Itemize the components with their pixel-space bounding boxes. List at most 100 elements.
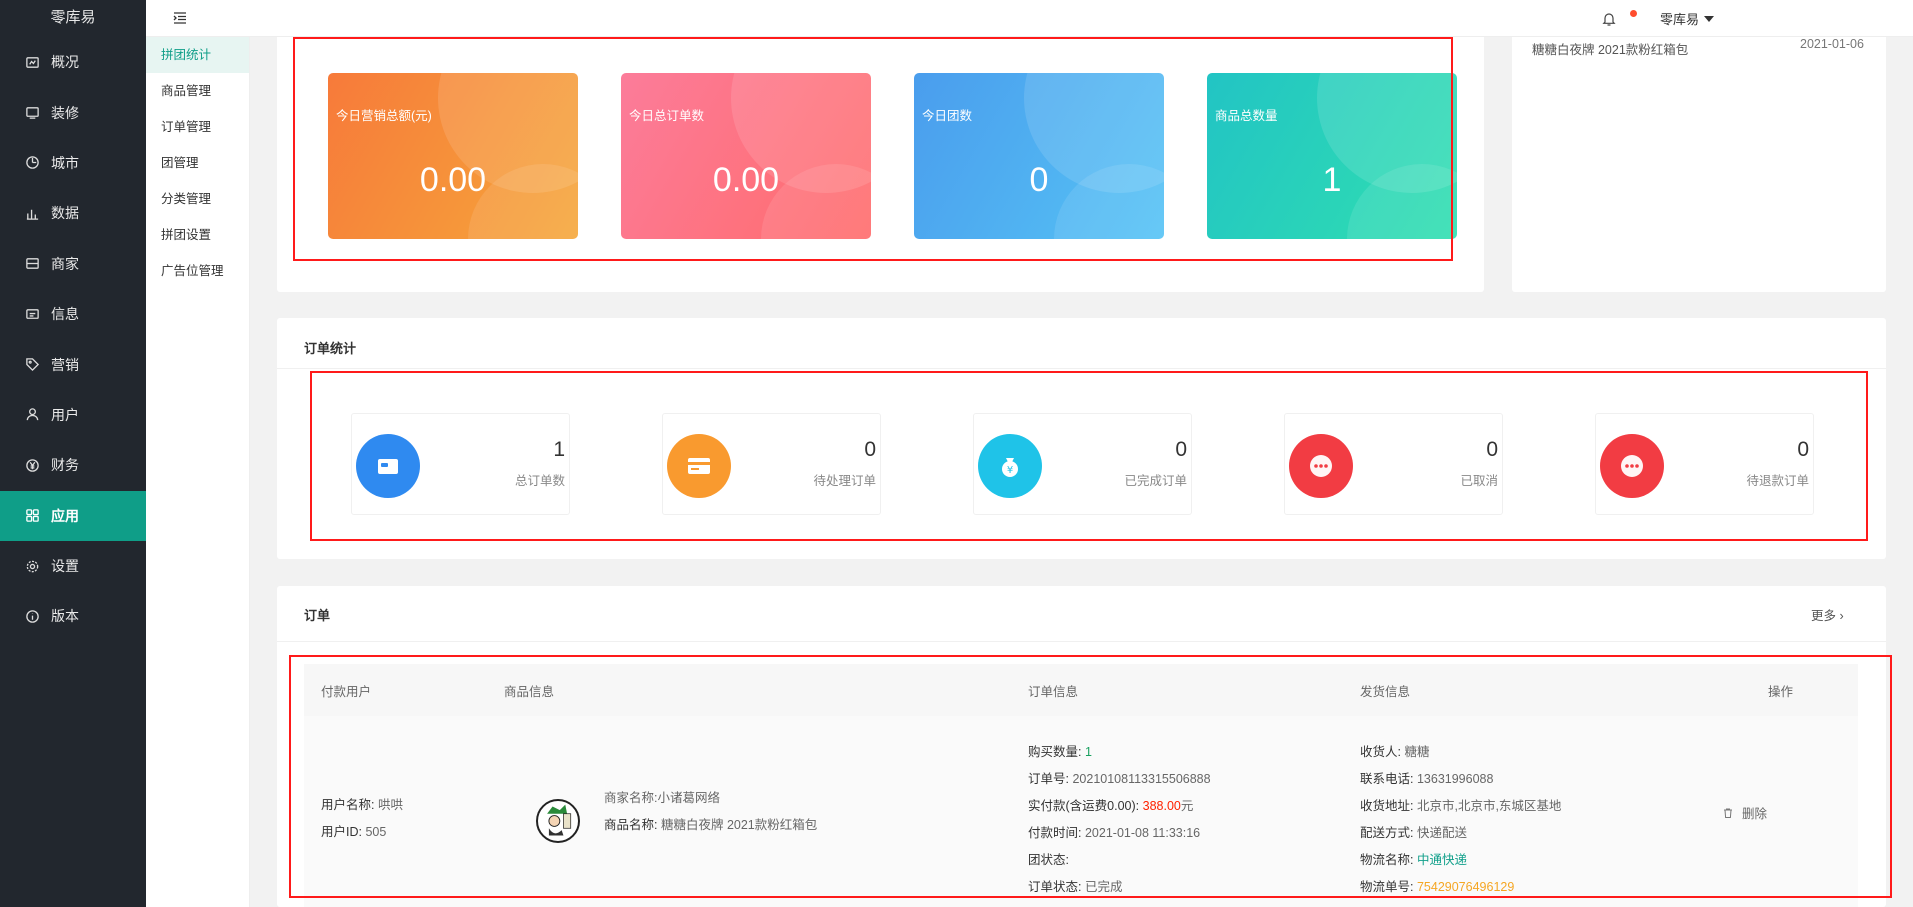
- more-link[interactable]: 更多 ›: [1811, 605, 1844, 624]
- stat-label: 今日营销总额(元): [336, 109, 432, 123]
- side-panel-item-title[interactable]: 糖糖白夜牌 2021款粉红箱包: [1532, 39, 1688, 58]
- sidebar-item-4[interactable]: 商家: [0, 239, 146, 289]
- order-stat-card[interactable]: 0 待退款订单: [1595, 413, 1814, 515]
- stat-card: 今日营销总额(元) 0.00: [328, 73, 578, 239]
- order-stat-card[interactable]: ¥0 已完成订单: [973, 413, 1192, 515]
- stat-value: 1: [1322, 161, 1342, 199]
- trash-icon: [1724, 808, 1732, 818]
- address-value: 北京市,北京市,东城区基地: [1416, 799, 1562, 813]
- menu-toggle-icon[interactable]: [172, 10, 188, 26]
- address-field: 收货地址: 北京市,北京市,东城区基地: [1360, 795, 1561, 814]
- sidebar-item-2[interactable]: 城市: [0, 138, 146, 188]
- group-status-field: 团状态:: [1028, 849, 1069, 868]
- apps-icon: [24, 508, 40, 524]
- sidebar-item-label: 装修: [51, 104, 79, 121]
- col-header-order: 订单信息: [1028, 685, 1079, 699]
- sidebar-nav: 概况装修城市数据商家 信息营销用户 财务 应用设置版本: [0, 37, 146, 642]
- sidebar-item-0[interactable]: 概况: [0, 37, 146, 87]
- sidebar-item-9[interactable]: 应用: [0, 490, 146, 541]
- sidebar-item-3[interactable]: 数据: [0, 188, 146, 238]
- more-dots-icon: [1600, 434, 1664, 498]
- user-id-field: 用户ID: 505: [321, 821, 386, 840]
- product-thumbnail[interactable]: [536, 799, 580, 843]
- subnav-item-2[interactable]: 订单管理: [146, 109, 249, 145]
- group-status-label: 团状态:: [1028, 853, 1069, 867]
- pay-time-value: 2021-01-08 11:33:16: [1084, 826, 1201, 840]
- delete-label: 删除: [1742, 807, 1768, 821]
- stat-label: 商品总数量: [1215, 109, 1278, 123]
- sidebar-item-8[interactable]: 财务: [0, 440, 146, 490]
- subnav-item-3[interactable]: 团管理: [146, 145, 249, 181]
- receiver-value: 糖糖: [1404, 745, 1430, 759]
- sidebar-item-11[interactable]: 版本: [0, 591, 146, 641]
- user-name-field: 用户名称: 哄哄: [321, 794, 403, 813]
- col-header-shipping: 发货信息: [1360, 685, 1411, 699]
- sidebar-item-1[interactable]: 装修: [0, 87, 146, 137]
- sidebar-item-6[interactable]: 营销: [0, 339, 146, 389]
- sidebar-item-label: 营销: [51, 356, 79, 373]
- sidebar-item-10[interactable]: 设置: [0, 541, 146, 591]
- bell-icon[interactable]: [1601, 11, 1617, 27]
- order-stat-value: 0: [1797, 438, 1809, 461]
- order-status-value: 已完成: [1084, 880, 1123, 894]
- logistics-value: 中通快递: [1416, 853, 1467, 867]
- order-stat-value: 1: [553, 438, 565, 461]
- user-name-value: 哄哄: [377, 798, 403, 812]
- order-stat-card[interactable]: 1 总订单数: [351, 413, 570, 515]
- order-no-label: 订单号:: [1028, 772, 1069, 786]
- order-stat-card[interactable]: 0 已取消: [1284, 413, 1503, 515]
- subnav-item-6[interactable]: 广告位管理: [146, 253, 249, 289]
- subnav-item-4[interactable]: 分类管理: [146, 181, 249, 217]
- paid-unit: 元: [1180, 799, 1194, 813]
- chevron-down-icon: [1704, 15, 1715, 22]
- sidebar-item-label: 版本: [51, 608, 79, 625]
- sidebar-item-label: 数据: [51, 205, 79, 222]
- more-label: 更多: [1811, 609, 1837, 623]
- more-dots-icon: [1289, 434, 1353, 498]
- tracking-field: 物流单号: 75429076496129: [1360, 876, 1514, 895]
- order-no-value: 20210108113315506888: [1072, 772, 1211, 786]
- col-header-user: 付款用户: [321, 685, 372, 699]
- bar-chart-icon: [24, 205, 40, 221]
- sidebar-item-5[interactable]: 信息: [0, 289, 146, 339]
- order-status-label: 订单状态:: [1028, 880, 1082, 894]
- logistics-label: 物流名称:: [1360, 853, 1414, 867]
- top-bar: [146, 0, 1913, 37]
- sidebar: 零库易 概况 装修 城市 数据 商家 信息 营销 用户 财务 应用 设置 版本: [0, 0, 146, 907]
- tracking-label: 物流单号:: [1360, 880, 1414, 894]
- delete-button[interactable]: 删除: [1722, 803, 1767, 822]
- stat-label: 今日总订单数: [629, 109, 705, 123]
- order-stats-title: 订单统计: [304, 341, 357, 356]
- paid-label: 实付款(含运费0.00):: [1028, 799, 1140, 813]
- subnav-item-5[interactable]: 拼团设置: [146, 217, 249, 253]
- order-stat-card[interactable]: 0 待处理订单: [662, 413, 881, 515]
- tracking-value[interactable]: 75429076496129: [1417, 880, 1514, 894]
- user-menu[interactable]: 零库易: [1660, 9, 1715, 28]
- order-no-field: 订单号: 20210108113315506888: [1028, 768, 1211, 787]
- subnav-item-0[interactable]: 拼团统计: [146, 37, 249, 73]
- notification-dot: [1630, 10, 1637, 17]
- user-id-label: 用户ID:: [321, 825, 362, 839]
- order-stat-value: 0: [864, 438, 876, 461]
- quantity-label: 购买数量:: [1028, 745, 1082, 759]
- delivery-label: 配送方式:: [1360, 826, 1414, 840]
- paid-value: 388.00: [1142, 799, 1181, 813]
- order-stat-value: 0: [1486, 438, 1498, 461]
- paid-field: 实付款(含运费0.00): 388.00元: [1028, 795, 1193, 814]
- sidebar-item-label: 概况: [51, 54, 79, 71]
- shop-icon: [24, 256, 40, 272]
- chevron-right-icon: ›: [1836, 609, 1844, 623]
- pay-time-label: 付款时间:: [1028, 826, 1082, 840]
- stat-value: 0.00: [712, 161, 780, 199]
- sidebar-item-7[interactable]: 用户: [0, 390, 146, 440]
- money-bag-icon: ¥: [978, 434, 1042, 498]
- sidebar-item-label: 设置: [51, 558, 79, 575]
- side-panel-item-date: 2021-01-06: [1800, 37, 1864, 51]
- delivery-field: 配送方式: 快递配送: [1360, 822, 1467, 841]
- svg-text:¥: ¥: [1007, 465, 1013, 476]
- order-stat-value: 0: [1175, 438, 1187, 461]
- yen-icon: [24, 457, 40, 473]
- stat-card: 今日总订单数 0.00: [621, 73, 871, 239]
- subnav-item-1[interactable]: 商品管理: [146, 73, 249, 109]
- user-name-label: 用户名称:: [321, 798, 375, 812]
